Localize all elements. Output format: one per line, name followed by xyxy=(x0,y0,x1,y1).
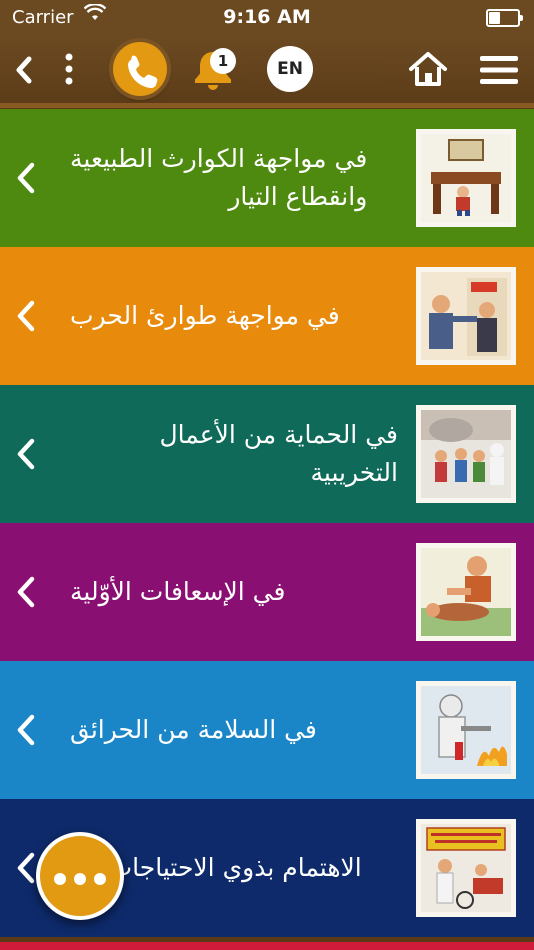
home-icon[interactable] xyxy=(408,50,448,92)
status-bar: Carrier 9:16 AM xyxy=(0,0,534,36)
call-button[interactable] xyxy=(113,42,167,96)
floating-more-button[interactable] xyxy=(36,832,124,920)
list-item-sabotage-protection[interactable]: في الحماية من الأعمال التخريبية xyxy=(0,385,534,523)
list-item-label: في مواجهة طوارئ الحرب xyxy=(70,301,340,330)
list-item-label: في السلامة من الحرائق xyxy=(70,715,317,744)
shelter-illustration-icon xyxy=(416,267,516,365)
battery-icon xyxy=(486,9,523,27)
evacuation-illustration-icon xyxy=(416,405,516,503)
category-list: في مواجهة الكوارث الطبيعية وانقطاع التيا… xyxy=(0,109,534,937)
list-item-war-emergencies[interactable]: في مواجهة طوارئ الحرب xyxy=(0,247,534,385)
list-item-label: في الحماية من الأعمال التخريبية xyxy=(159,420,398,487)
top-toolbar: 1 EN xyxy=(0,36,534,108)
chevron-left-icon xyxy=(14,160,38,200)
list-item-fire-safety[interactable]: في السلامة من الحرائق xyxy=(0,661,534,799)
clock: 9:16 AM xyxy=(223,6,311,28)
next-item-edge xyxy=(0,942,534,950)
special-needs-illustration-icon xyxy=(416,819,516,917)
back-chevron-icon[interactable] xyxy=(14,56,34,88)
chevron-left-icon xyxy=(14,712,38,752)
more-horizontal-icon xyxy=(54,873,66,885)
phone-icon xyxy=(128,55,158,88)
notification-badge: 1 xyxy=(210,48,236,74)
list-item-natural-disasters[interactable]: في مواجهة الكوارث الطبيعية وانقطاع التيا… xyxy=(0,109,534,247)
list-item-label: في الإسعافات الأوّلية xyxy=(70,577,286,606)
chevron-left-icon xyxy=(14,298,38,338)
chevron-left-icon xyxy=(14,436,38,476)
chevron-left-icon xyxy=(14,574,38,614)
more-vertical-icon[interactable] xyxy=(62,52,76,90)
first-aid-illustration-icon xyxy=(416,543,516,641)
firefighter-illustration-icon xyxy=(416,681,516,779)
earthquake-illustration-icon xyxy=(416,129,516,227)
list-item-first-aid[interactable]: في الإسعافات الأوّلية xyxy=(0,523,534,661)
language-toggle-button[interactable]: EN xyxy=(267,46,313,92)
menu-icon[interactable] xyxy=(479,54,519,90)
list-item-label: في مواجهة الكوارث الطبيعية وانقطاع التيا… xyxy=(70,144,368,211)
chevron-left-icon xyxy=(14,850,38,890)
